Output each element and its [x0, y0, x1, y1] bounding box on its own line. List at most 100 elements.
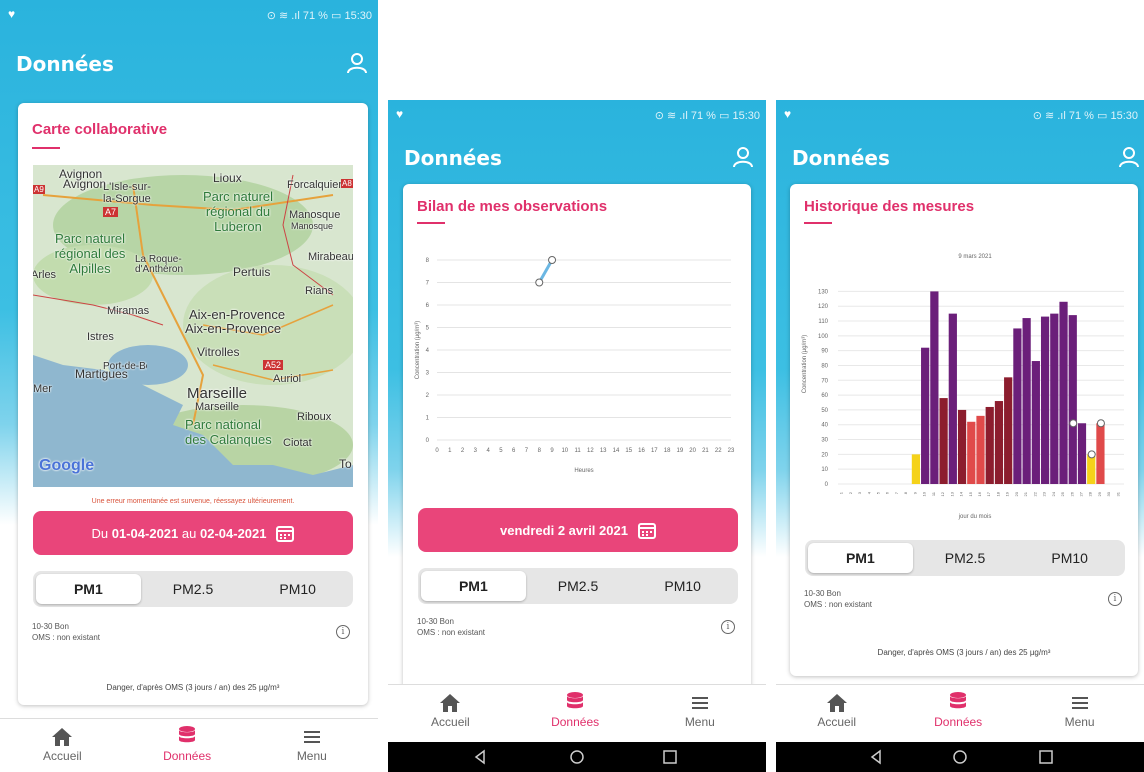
bar	[967, 421, 976, 484]
x-tick-label: 2	[848, 491, 853, 494]
x-tick-label: 17	[986, 491, 991, 496]
date-mid: au	[181, 525, 197, 541]
menu-icon	[691, 697, 708, 709]
nav-home[interactable]: Accueil	[388, 685, 513, 729]
x-tick-label: 6	[512, 448, 516, 454]
error-message: Une erreur momentanée est survenue, rées…	[91, 498, 295, 505]
nav-home-label: Accueil	[431, 715, 470, 729]
title-underline	[804, 222, 832, 224]
y-tick-label: 110	[818, 319, 828, 325]
bar	[957, 409, 967, 484]
y-tick-label: 0	[825, 482, 829, 488]
legend-oms: OMS : non existant	[417, 628, 486, 637]
x-tick-label: 21	[702, 448, 709, 454]
home-button-icon[interactable]	[953, 750, 967, 764]
screen-historique: ♥ ⊙ ≋ .ıl 71 % ▭ 15:30 Données Historiqu…	[776, 100, 1144, 772]
x-tick-label: 7	[525, 448, 529, 454]
menu-icon	[303, 731, 320, 743]
info-icon[interactable]: i	[1108, 592, 1122, 606]
highway-badge: A52	[263, 360, 284, 370]
date-button[interactable]: vendredi 2 avril 2021	[418, 508, 738, 552]
legend-oms: OMS : non existant	[804, 600, 873, 609]
tab-pm1[interactable]: PM1	[36, 574, 141, 604]
x-tick-label: 20	[1014, 491, 1019, 496]
map-label: Mer	[33, 383, 52, 395]
date-range-button[interactable]: Du 01-04-2021 au 02-04-2021	[33, 511, 353, 555]
y-tick-label: 30	[821, 438, 828, 444]
legend-text: 10-30 Bon OMS : non existant	[32, 621, 100, 643]
x-tick-label: 22	[715, 448, 722, 454]
x-tick-label: 0	[435, 448, 439, 454]
bar	[1077, 423, 1087, 484]
x-tick-label: 14	[613, 448, 620, 454]
nav-data[interactable]: Données	[897, 685, 1018, 729]
nav-menu[interactable]: Menu	[1019, 685, 1140, 729]
map-label: La Roque-d'Anthéron	[135, 254, 184, 275]
map-label: Riboux	[297, 411, 332, 423]
nav-data[interactable]: Données	[125, 719, 250, 763]
back-icon[interactable]	[474, 749, 485, 765]
recents-icon[interactable]	[663, 750, 677, 764]
tab-pm25[interactable]: PM2.5	[526, 571, 631, 601]
y-tick-label: 60	[821, 393, 828, 399]
x-tick-label: 1	[839, 491, 844, 494]
title-underline	[32, 147, 60, 149]
status-bar: ♥ ⊙ ≋ .ıl 71 % ▭ 15:30	[0, 0, 378, 30]
pollutant-tabs: PM1 PM2.5 PM10	[805, 540, 1125, 576]
map-label: Marseille	[195, 401, 240, 413]
info-icon[interactable]: i	[336, 625, 350, 639]
title-underline	[417, 222, 445, 224]
info-icon[interactable]: i	[721, 620, 735, 634]
calendar-icon	[276, 526, 295, 542]
home-button-icon[interactable]	[570, 750, 584, 764]
tab-pm25[interactable]: PM2.5	[141, 574, 246, 604]
user-icon[interactable]	[346, 52, 368, 74]
nav-home[interactable]: Accueil	[776, 685, 897, 729]
x-tick-label: 18	[995, 491, 1000, 496]
back-icon[interactable]	[870, 749, 881, 765]
nav-data[interactable]: Données	[513, 685, 638, 729]
map-label: Rians	[305, 285, 334, 297]
tab-pm10[interactable]: PM10	[245, 574, 350, 604]
date-from: 01-04-2021	[111, 525, 179, 541]
bar	[1050, 313, 1059, 484]
home-icon	[52, 728, 73, 746]
system-nav-buttons	[870, 749, 1053, 765]
nav-home[interactable]: Accueil	[0, 719, 125, 763]
x-axis-label: Heures	[574, 468, 593, 474]
date-prefix: Du	[91, 525, 109, 541]
recents-icon[interactable]	[1039, 750, 1053, 764]
collaborative-map[interactable]: Avignon Avignon L'Isle-sur-la-Sorgue Lio…	[33, 165, 353, 487]
user-icon[interactable]	[732, 146, 754, 168]
tab-pm10[interactable]: PM10	[1017, 543, 1122, 573]
legend-text: 10-30 Bon OMS : non existant	[417, 616, 485, 638]
x-tick-label: 24	[1051, 491, 1056, 496]
highway-badge: A9	[33, 185, 45, 194]
database-icon	[179, 726, 196, 743]
nav-menu[interactable]: Menu	[249, 719, 374, 763]
x-tick-label: 8	[903, 491, 908, 494]
data-point	[548, 256, 557, 264]
x-tick-label: 9	[550, 448, 554, 454]
page-title: Données	[792, 146, 890, 170]
y-tick-label: 4	[426, 348, 430, 354]
tab-pm10[interactable]: PM10	[630, 571, 735, 601]
map-label: Forcalquier	[287, 179, 343, 191]
legend-text: 10-30 Bon OMS : non existant	[804, 588, 872, 610]
nav-menu[interactable]: Menu	[637, 685, 762, 729]
nav-menu-label: Menu	[296, 749, 327, 763]
tab-pm1[interactable]: PM1	[421, 571, 526, 601]
bar	[1068, 315, 1077, 484]
tab-pm25[interactable]: PM2.5	[913, 543, 1018, 573]
map-label: Auriol	[273, 373, 302, 385]
user-icon[interactable]	[1118, 146, 1140, 168]
battery-text: 71 %	[302, 10, 328, 22]
x-tick-label: 5	[876, 491, 881, 494]
nav-menu-label: Menu	[684, 715, 715, 729]
bar	[985, 406, 994, 484]
bar	[921, 347, 930, 484]
data-point	[1069, 419, 1078, 428]
tab-pm1[interactable]: PM1	[808, 543, 913, 573]
x-tick-label: 12	[940, 491, 945, 496]
map-label: Vitrolles	[197, 345, 240, 359]
